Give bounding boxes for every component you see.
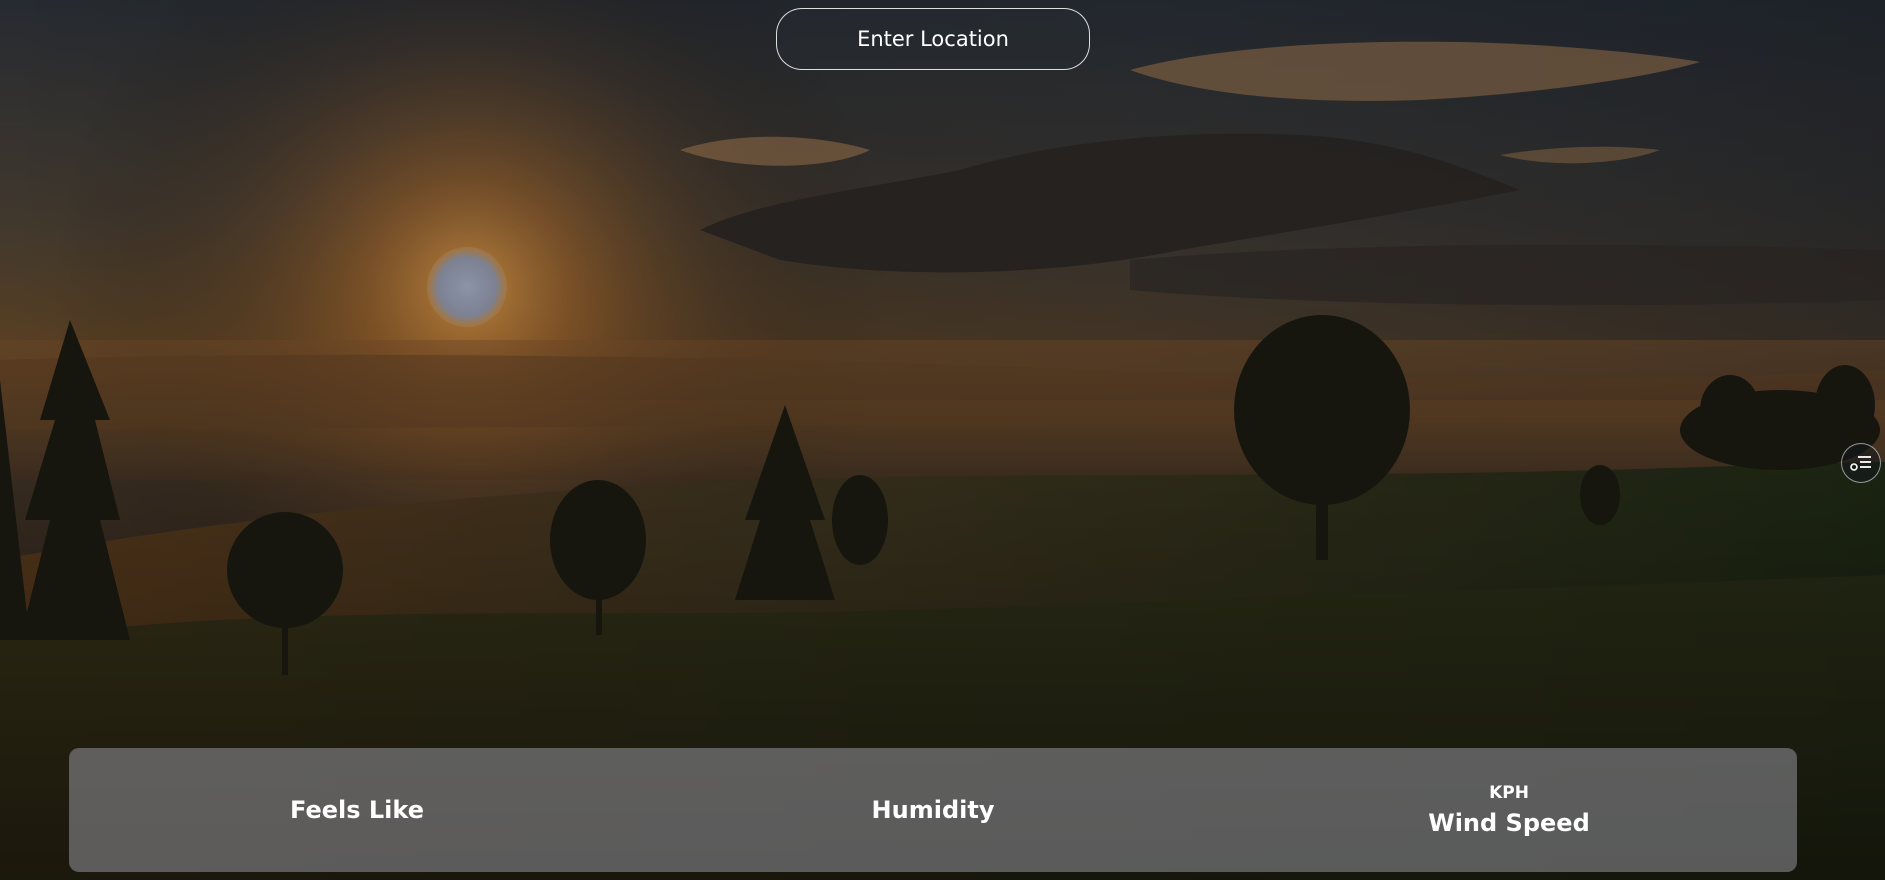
- humidity-label: Humidity: [871, 796, 995, 824]
- weather-stats-panel: Feels Like Humidity KPH Wind Speed: [69, 748, 1797, 872]
- location-search-input[interactable]: [776, 8, 1090, 70]
- wind-speed-stat: KPH Wind Speed: [1221, 748, 1797, 872]
- wind-speed-value: KPH: [1489, 783, 1529, 803]
- settings-list-icon: [1850, 456, 1871, 471]
- feels-like-label: Feels Like: [290, 796, 424, 824]
- side-menu-button[interactable]: [1841, 443, 1881, 483]
- wind-speed-label: Wind Speed: [1428, 809, 1590, 837]
- feels-like-stat: Feels Like: [69, 748, 645, 872]
- location-search[interactable]: [776, 8, 1090, 70]
- humidity-stat: Humidity: [645, 748, 1221, 872]
